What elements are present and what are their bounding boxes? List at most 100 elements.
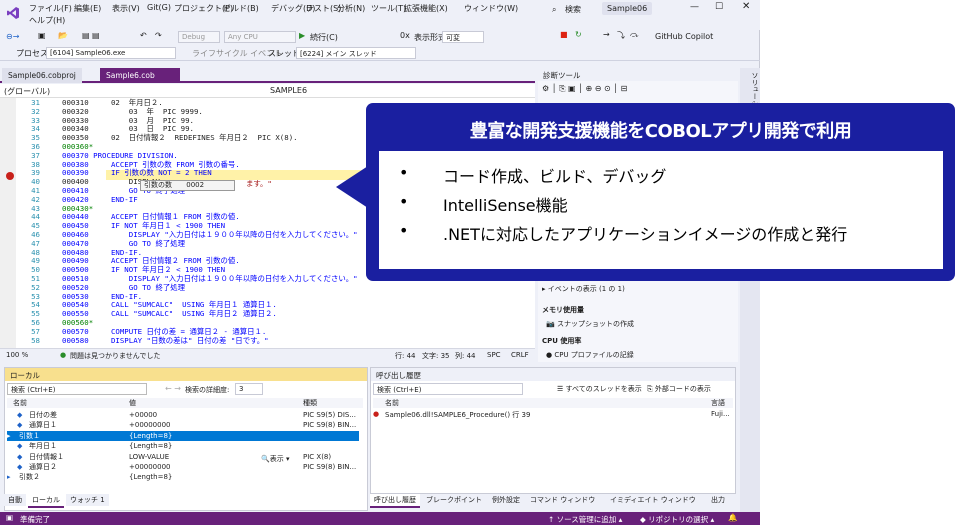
menu-item[interactable]: 分析(N) (337, 3, 365, 14)
variable-value[interactable]: {Length=8} (129, 472, 172, 482)
minimize-button[interactable]: — (690, 2, 699, 12)
menu-item[interactable]: ウィンドウ(W) (464, 3, 518, 14)
locals-row[interactable]: ◆ 日付の差 +00000 PIC S9(5) DIS... (7, 410, 359, 420)
col-name[interactable]: 名前 (13, 398, 27, 408)
member-select[interactable]: SAMPLE6 (270, 86, 307, 95)
diag-settings-icon[interactable]: ⚙ │ ⎘ ▣ │ ⊕ ⊖ ⊙ │ ⊟ (542, 84, 627, 94)
menu-item[interactable]: 表示(V) (112, 3, 140, 14)
spc-indicator[interactable]: SPC (487, 351, 501, 359)
copilot-button[interactable]: GitHub Copilot (655, 32, 713, 41)
external-code-button[interactable]: ⎘ 外部コードの表示 (647, 384, 711, 394)
events-link[interactable]: ▸ イベントの表示 (1 の 1) (542, 284, 625, 294)
display-format-select[interactable]: 可変 (442, 31, 484, 43)
variable-value[interactable]: LOW-VALUE (129, 452, 169, 462)
redo-icon[interactable]: ↷ (155, 31, 162, 40)
search-icon[interactable]: ⌕ (552, 5, 556, 15)
back-icon[interactable]: ⊖→ (6, 32, 19, 41)
menu-item[interactable]: 拡張機能(X) (404, 3, 448, 14)
locals-row[interactable]: ▸ 引数２ {Length=8} (7, 472, 359, 482)
maximize-button[interactable]: ☐ (715, 2, 723, 12)
locals-search-input[interactable]: 検索 (Ctrl+E) (7, 383, 147, 395)
col-value[interactable]: 値 (129, 398, 136, 408)
close-button[interactable]: ✕ (742, 1, 750, 12)
datatip-name: 引数の数 (144, 181, 172, 189)
save-icon[interactable]: ▤ (82, 31, 90, 40)
search-box[interactable]: 検索 (565, 4, 581, 15)
thread-select[interactable]: [6224] メイン スレッド (296, 47, 416, 59)
locals-row[interactable]: ◆ 年月日１ {Length=8} (7, 441, 359, 451)
continue-button[interactable]: 続行(C) (310, 32, 338, 43)
bottom-tab[interactable]: ウォッチ 1 (66, 494, 109, 506)
document-tabs: Sample06.cobproj Sample6.cob (0, 68, 535, 83)
bottom-tab[interactable]: ブレークポイント (422, 494, 486, 506)
code-text: 000550 CALL "SUMCALC" USING 年月日２ 通算日２. (62, 309, 277, 319)
undo-icon[interactable]: ↶ (140, 31, 147, 40)
variable-value[interactable]: +00000000 (129, 420, 171, 430)
menu-item[interactable]: ツール(T) (371, 3, 406, 14)
record-cpu-profile-button[interactable]: ● CPU プロファイルの記録 (546, 350, 634, 360)
callstack-search-input[interactable]: 検索 (Ctrl+E) (373, 383, 523, 395)
locals-row[interactable]: ◆ 日付情報１ LOW-VALUE PIC X(8) (7, 452, 359, 462)
status-ready: 準備完了 (20, 515, 50, 524)
tab-sample6-cob[interactable]: Sample6.cob (100, 68, 180, 83)
continue-icon[interactable]: ▶ (299, 31, 305, 40)
restart-icon[interactable]: ↻ (575, 30, 582, 39)
variable-value[interactable]: +00000 (129, 410, 157, 420)
configuration-select[interactable]: Debug (178, 31, 220, 43)
locals-row[interactable]: ◆ 通算日２ +00000000 PIC S9(8) BIN... (7, 462, 359, 472)
issues-label[interactable]: 問題は見つかりませんでした (70, 351, 160, 361)
hex-icon[interactable]: 0x (400, 31, 410, 40)
menu-help[interactable]: ヘルプ(H) (29, 15, 65, 26)
platform-select[interactable]: Any CPU (224, 31, 296, 43)
callout-title: 豊富な開発支援機能をCOBOLアプリ開発で利用 (469, 121, 852, 142)
crlf-indicator[interactable]: CRLF (511, 351, 529, 359)
new-project-icon[interactable]: ▣ (38, 31, 46, 40)
notifications-icon[interactable]: 🔔 (728, 513, 737, 522)
step-into-icon[interactable]: ⤵ (617, 30, 625, 41)
bottom-tab[interactable]: 呼び出し履歴 (370, 494, 420, 508)
bottom-tab[interactable]: コマンド ウィンドウ (526, 494, 600, 506)
datatip[interactable]: 引数の数 0002 (140, 180, 235, 191)
step-over-icon[interactable]: ⤼ (630, 30, 639, 40)
add-source-control-button[interactable]: ↑ ソース管理に追加 ▴ (548, 514, 622, 525)
bottom-tab[interactable]: ローカル (28, 494, 64, 508)
menu-item[interactable]: ファイル(F) (29, 3, 72, 14)
open-icon[interactable]: 📂 (58, 31, 68, 40)
menu-item[interactable]: Git(G) (147, 3, 171, 12)
variable-icon: ◆ (17, 463, 23, 471)
callstack-row[interactable]: ● Sample06.dll!SAMPLE6_Procedure() 行 39 … (373, 410, 733, 420)
view-visualizer-button[interactable]: 🔍表示 ▾ (261, 454, 289, 464)
display-string-fragment: ます。" (246, 179, 272, 188)
take-snapshot-button[interactable]: 📷 スナップショットの作成 (546, 319, 634, 329)
locals-row[interactable]: ▸ 引数１ {Length=8} (7, 430, 359, 442)
save-all-icon[interactable]: ▤ (92, 31, 100, 40)
variable-value[interactable]: +00000000 (129, 462, 171, 472)
show-next-statement-icon[interactable]: → (603, 30, 610, 39)
col-type[interactable]: 種類 (303, 398, 317, 408)
menu-item[interactable]: 編集(E) (74, 3, 101, 14)
menu-item[interactable]: ビルド(B) (223, 3, 259, 14)
bullet-text: コード作成、ビルド、デバッグ (443, 167, 667, 186)
process-select[interactable]: [6104] Sample06.exe (46, 47, 176, 59)
search-depth-select[interactable]: 3 (235, 383, 263, 395)
bottom-tab[interactable]: 出力 (707, 494, 729, 506)
col-name[interactable]: 名前 (385, 398, 399, 408)
select-repository-button[interactable]: ◆ リポジトリの選択 ▴ (640, 514, 714, 525)
code-text: 000580 DISPLAY "日数の差は" 日付の差 "日です。" (62, 335, 269, 345)
bottom-tab[interactable]: 自動 (4, 494, 26, 506)
search-back-icon[interactable]: ← → (165, 384, 181, 393)
scope-select[interactable]: (グローバル) (4, 86, 50, 97)
navigation-bar: (グローバル) SAMPLE6 (0, 84, 535, 98)
search-depth-label: 検索の詳細度: (185, 386, 230, 394)
zoom-level[interactable]: 100 % (6, 351, 28, 359)
feature-callout: 豊富な開発支援機能をCOBOLアプリ開発で利用 • コード作成、ビルド、デバッグ … (366, 103, 955, 281)
col-language[interactable]: 言語 (711, 398, 725, 408)
bottom-tab[interactable]: イミディエイト ウィンドウ (606, 494, 700, 506)
variable-value[interactable]: {Length=8} (129, 441, 172, 451)
tab-cobproj[interactable]: Sample06.cobproj (2, 68, 82, 83)
show-all-threads-button[interactable]: ☰ すべてのスレッドを表示 (557, 384, 642, 394)
locals-row[interactable]: ◆ 通算日１ +00000000 PIC S9(8) BIN... (7, 420, 359, 430)
bottom-tab[interactable]: 例外設定 (488, 494, 524, 506)
variable-value[interactable]: {Length=8} (129, 431, 172, 441)
stop-icon[interactable]: ■ (560, 30, 568, 39)
